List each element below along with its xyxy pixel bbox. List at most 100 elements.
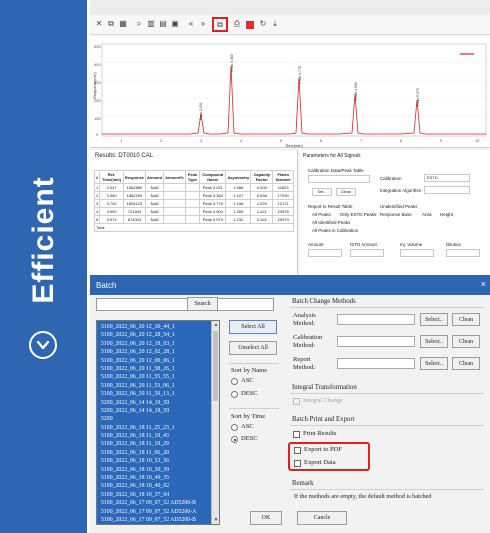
data-file-list[interactable]: 5100_2022_06_20 12_30_44_1 5100_2022_06_2… — [96, 320, 220, 525]
scroll-up-icon[interactable]: ▲ — [213, 322, 219, 328]
circle-chevron-down-icon — [29, 331, 57, 359]
report-label: Report to Result Table — [308, 204, 353, 209]
amount-field[interactable] — [308, 249, 342, 257]
time-asc-radio[interactable] — [231, 424, 238, 431]
list-item[interactable]: 5100_2022_06_20 11_53_06_1 — [101, 382, 219, 390]
table-cell: 2.162 — [250, 215, 274, 224]
name-desc-radio[interactable] — [231, 391, 238, 398]
list-item[interactable]: 5100_2022_06_20 12_02_28_1 — [101, 348, 219, 356]
scroll-thumb[interactable] — [213, 331, 218, 401]
list-item[interactable]: 5100_2022_06_18 10_53_56 — [101, 457, 219, 465]
list-scrollbar[interactable]: ▲ ▼ — [211, 321, 219, 524]
copy-icon[interactable]: ⧉ — [106, 19, 116, 29]
table-row[interactable]: 5 9.974 874303 NaN Peak 9.973 1.232 2.162 25973 — [93, 215, 294, 224]
list-item[interactable]: 5100_2022_06_20 12_28_54_1 — [101, 331, 219, 339]
integral-change-checkbox[interactable] — [293, 398, 300, 405]
list-item[interactable]: 5100_2022_06_20 11_50_13_1 — [101, 390, 219, 398]
list-item[interactable]: 5100_2022_06_18 10_49_35 — [101, 474, 219, 482]
search-button[interactable]: Search — [187, 297, 218, 311]
col-header: Plates Number — [272, 170, 294, 184]
prev-icon[interactable]: « — [186, 19, 196, 29]
params-title: Parameters for All Signals — [303, 153, 361, 159]
list-item[interactable]: 5100_2022_06_18 11_06_20 — [101, 449, 219, 457]
report-select-button[interactable]: Select.. — [420, 357, 448, 370]
print-icon[interactable]: ⎙ — [232, 19, 242, 29]
next-icon[interactable]: » — [198, 19, 208, 29]
analysis-clean-button[interactable]: Clean — [452, 313, 480, 326]
table-cell: 2.047 — [99, 183, 124, 192]
select-all-button[interactable]: Select All — [229, 320, 277, 334]
svg-text:9: 9 — [440, 138, 443, 143]
list-item[interactable]: 5100_2022_06_18 11_25_23_1 — [101, 424, 219, 432]
istd-amount-field[interactable] — [350, 249, 384, 257]
calibration-select-button[interactable]: Select.. — [420, 335, 448, 348]
analysis-select-button[interactable]: Select.. — [420, 313, 448, 326]
file-list-items: 5100_2022_06_20 12_30_44_1 5100_2022_06_2… — [101, 323, 220, 525]
list-item[interactable]: 5100_2022_06_20 11_58_26_1 — [101, 365, 219, 373]
zoom-icon[interactable]: ⌕ — [134, 19, 144, 29]
list-item[interactable]: 5100_2022_06_18 10_37_04 — [101, 491, 219, 499]
stop-icon[interactable] — [246, 21, 254, 29]
list-item[interactable]: 5100_2022_06_17 09_07_52 AD5200-A — [101, 524, 220, 525]
chart-icon[interactable]: ▥ — [146, 19, 156, 29]
name-asc-radio[interactable] — [231, 378, 238, 385]
list-item[interactable]: 5100_2022_06_18 10_40_02 — [101, 482, 219, 490]
list-item[interactable]: 5100_2022_06_18 11_18_43 — [101, 432, 219, 440]
set-button[interactable]: Set... — [312, 188, 332, 196]
list-item[interactable]: 5100_2022_06_18 11_18_29 — [101, 440, 219, 448]
table-row[interactable]: 4 4.900 721903 NaN Peak 4.900 1.269 1.421 23578 — [93, 207, 294, 216]
scroll-down-icon[interactable]: ▼ — [213, 517, 219, 523]
batch-icon[interactable]: ⧉ — [215, 20, 225, 30]
table-row[interactable]: 1 2.047 1562880 NaN Peak 2.031 1.088 0.000 1182… — [93, 183, 294, 192]
dilution-field[interactable] — [446, 249, 480, 257]
close-icon[interactable]: × — [481, 279, 486, 289]
search-input[interactable] — [96, 298, 274, 311]
list-item[interactable]: 5100_2022_06_17 09_07_52 AD5200-B — [101, 516, 219, 524]
list-item[interactable]: 5100_2022_06_18 10_50_39 — [101, 466, 219, 474]
table-cell: 17090 — [272, 191, 294, 200]
export-data-checkbox[interactable] — [294, 460, 301, 467]
close-icon[interactable]: ✕ — [94, 19, 104, 29]
refresh-icon[interactable]: ↻ — [258, 19, 268, 29]
time-asc-label: ASC — [241, 423, 254, 430]
list-item[interactable]: 5100_2022_06_17 09_07_52 AD5200-B — [101, 499, 219, 507]
calib-table-field[interactable] — [308, 175, 370, 183]
calibration-select[interactable]: ESTD — [424, 174, 470, 182]
inj-volume-field[interactable] — [400, 249, 434, 257]
batch-title-bar: Batch × — [90, 275, 490, 295]
report-clean-button[interactable]: Clean — [452, 357, 480, 370]
report-method-field[interactable] — [337, 358, 415, 369]
calibration-clean-button[interactable]: Clean — [452, 335, 480, 348]
list-item[interactable]: 5100_2022_06_20 12_00_06_1 — [101, 357, 219, 365]
layers-icon[interactable]: ▤ — [158, 19, 168, 29]
crop-icon[interactable]: ▣ — [170, 19, 180, 29]
list-item[interactable]: 5100_2022_06_20 11_55_55_1 — [101, 373, 219, 381]
name-asc-label: ASC — [241, 377, 254, 384]
list-item[interactable]: 5100_2022_06_20 12_30_44_1 — [101, 323, 219, 331]
istd-amount-label: ISTD Amount — [350, 242, 377, 247]
cancel-button[interactable]: Cancle — [297, 511, 347, 525]
print-results-checkbox[interactable] — [293, 431, 300, 438]
time-desc-radio[interactable] — [231, 436, 238, 443]
grid-icon[interactable]: ▦ — [118, 19, 128, 29]
list-item[interactable]: 5100_2022_06_20 12_18_03_1 — [101, 340, 219, 348]
list-item[interactable]: 5100_2022_06_17 09_07_52 AD5200-A — [101, 508, 219, 516]
clean-param-button[interactable]: Clean — [336, 188, 356, 196]
table-cell — [184, 215, 201, 224]
list-item[interactable]: 5200_2022_06_14 14_18_59 — [101, 407, 219, 415]
list-item[interactable]: 5200 — [101, 415, 219, 423]
calibration-method-field[interactable] — [337, 336, 415, 347]
analysis-method-field[interactable] — [337, 314, 415, 325]
export-pdf-checkbox[interactable] — [294, 447, 301, 454]
export-icon[interactable]: ⤓ — [270, 19, 280, 29]
integration-algo-select[interactable] — [424, 186, 470, 194]
identified-option: All Identified Peaks — [312, 220, 351, 225]
table-cell: 3.792 — [99, 199, 124, 208]
batch-title: Batch — [96, 281, 117, 290]
table-cell: 1.088 — [225, 183, 252, 192]
ok-button[interactable]: OK — [250, 511, 282, 525]
unselect-all-button[interactable]: Unselect All — [229, 341, 277, 355]
list-item[interactable]: 5200_2022_06_14 14_19_59 — [101, 399, 219, 407]
table-row[interactable]: 2 3.350 1882209 NaN Peak 3.383 1.107 0.638 1709… — [93, 191, 294, 200]
table-row[interactable]: 3 3.792 1804123 NaN Peak 3.778 1.158 1.029 1217… — [93, 199, 294, 208]
